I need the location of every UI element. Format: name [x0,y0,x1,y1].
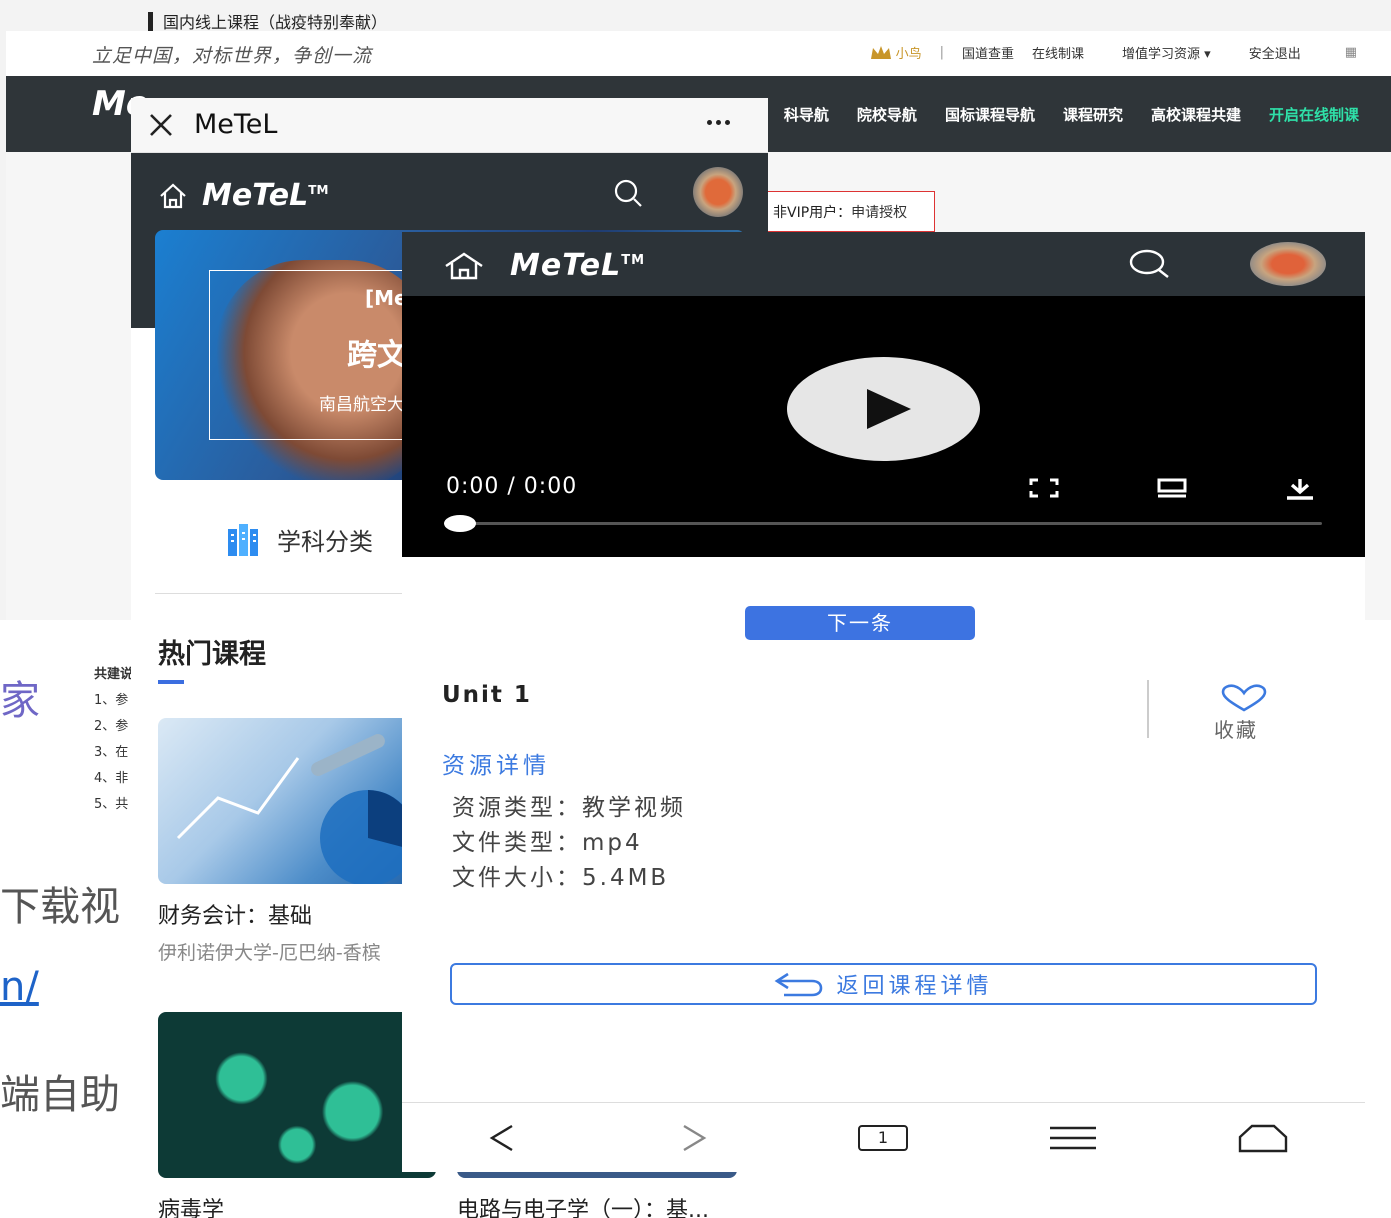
avatar[interactable] [1250,242,1326,286]
home-outline-icon[interactable] [1238,1123,1288,1153]
apply-auth-link[interactable]: 申请授权 [851,205,907,221]
more-icon[interactable] [707,120,734,125]
download-icon[interactable] [1284,477,1316,501]
video-time: 0:00 / 0:00 [446,474,578,499]
app-header: MeTeLTM [402,232,1365,296]
video-player[interactable]: 0:00 / 0:00 [402,296,1365,557]
finance-chart-illustration [176,734,416,884]
resource-details-heading: 资源详情 [442,753,550,779]
category-label: 学科分类 [277,528,373,556]
app-logo[interactable]: MeTeLTM [158,178,328,213]
progress-track[interactable] [446,522,1322,525]
toplinks-separator: | [939,45,944,60]
tm-mark: TM [621,253,646,268]
home-icon[interactable] [444,251,484,281]
play-icon [867,389,911,429]
course-thumbnail[interactable] [158,718,436,884]
note-item: 5、共 [94,797,129,812]
file-size: 文件大小：5.4MB [452,865,670,891]
avatar[interactable] [693,167,743,217]
purple-text-fragment: 家 [0,678,40,724]
nav-start-online[interactable]: 开启在线制课 [1269,104,1359,125]
crown-icon [870,45,891,59]
next-item-button[interactable]: 下一条 [745,606,975,640]
note-item: 4、非 [94,771,129,786]
banner-school: 南昌航空大 [319,395,404,415]
hot-courses-heading: 热门课程 [158,639,266,670]
nav-course-research[interactable]: 课程研究 [1063,104,1123,125]
course-thumbnail[interactable] [158,1012,436,1178]
slide-text-selfservice: 端自助 [0,1072,120,1118]
vip-notice-box: 非VIP用户：申请授权 [762,191,935,232]
app-logo-text: MeTeL [510,248,622,283]
subject-category-button[interactable]: 学科分类 [227,522,373,557]
back-to-course-button[interactable]: 返回课程详情 [450,963,1317,1005]
nav-schools[interactable]: 院校导航 [857,104,917,125]
fullscreen-icon[interactable] [1028,477,1060,499]
slide-text-download: 下载视 [0,884,120,930]
vertical-divider [1147,680,1149,738]
vip-label: 非VIP用户： [773,205,852,221]
close-icon[interactable] [147,111,175,139]
nav-subject[interactable]: 科导航 [784,104,829,125]
banner-title: 跨文 [347,338,407,373]
category-icon [228,523,258,556]
screen-icon[interactable] [1156,477,1188,499]
app-logo-text: MeTeL [202,178,309,213]
link-resources-dropdown[interactable]: 增值学习资源 ▾ [1122,43,1211,62]
back-icon[interactable] [488,1123,518,1153]
nav-co-build[interactable]: 高校课程共建 [1151,104,1241,125]
menu-icon[interactable] [1048,1123,1098,1153]
site-slogan: 立足中国，对标世界，争创一流 [92,45,373,67]
qr-icon[interactable]: ▦ [1345,45,1357,60]
course-title[interactable]: 病毒学 [158,1192,224,1218]
progress-handle[interactable] [444,515,476,532]
phone-screenshot-video: MeTeLTM 0:00 / 0:00 下一条 Unit 1 收藏 资源详情 资… [402,232,1365,1172]
search-icon[interactable] [613,178,643,208]
co-build-notes: 共建说 1、参 2、参 3、在 4、非 5、共 [94,662,133,818]
course-school: 伊利诺伊大学-厄巴纳-香槟 [158,942,381,964]
back-to-course-label: 返回课程详情 [836,974,993,999]
resource-type: 资源类型：教学视频 [452,795,686,821]
site-top-links: 小鸟 | 国道查重 在线制课 增值学习资源 ▾ 安全退出 ▦ [870,43,1357,62]
return-arrow-icon [775,972,823,997]
site-nav-links: 科导航 院校导航 国标课程导航 课程研究 高校课程共建 开启在线制课 [756,104,1359,125]
site-top-bar: 立足中国，对标世界，争创一流 小鸟 | 国道查重 在线制课 增值学习资源 ▾ 安… [6,31,1391,76]
user-name-link[interactable]: 小鸟 [896,43,922,62]
forward-icon[interactable] [678,1123,708,1153]
nav-national-courses[interactable]: 国标课程导航 [945,104,1035,125]
link-online-course[interactable]: 在线制课 [1032,43,1084,62]
course-title[interactable]: 电路与电子学（一）：基... [457,1192,709,1218]
app-logo[interactable]: MeTeLTM [444,248,645,283]
miniapp-name: MeTeL [194,109,278,140]
favorite-label[interactable]: 收藏 [1214,714,1258,743]
file-type: 文件类型：mp4 [452,830,643,856]
course-title[interactable]: 财务会计：基础 [158,898,312,930]
note-item: 1、参 [94,693,129,708]
slide-url-link[interactable]: n/ [0,964,39,1010]
miniapp-title-bar: MeTeL [131,98,768,153]
browser-bottom-nav: 1 [402,1102,1365,1172]
tabs-count-button[interactable]: 1 [858,1125,908,1151]
link-logout[interactable]: 安全退出 [1249,43,1301,62]
link-check[interactable]: 国道查重 [962,43,1014,62]
unit-title: Unit 1 [442,682,532,708]
tm-mark: TM [308,183,329,197]
note-item: 3、在 [94,745,129,760]
notes-heading: 共建说 [94,667,134,682]
heading-underline [158,680,184,684]
title-bar-marker [148,11,153,31]
search-icon[interactable] [1127,248,1171,280]
note-item: 2、参 [94,719,129,734]
heart-icon[interactable] [1220,684,1268,712]
slide-title-text: 国内线上课程（战疫特别奉献） [163,13,388,32]
slide-title: 国内线上课程（战疫特别奉献） [148,9,387,33]
home-icon[interactable] [158,182,188,210]
